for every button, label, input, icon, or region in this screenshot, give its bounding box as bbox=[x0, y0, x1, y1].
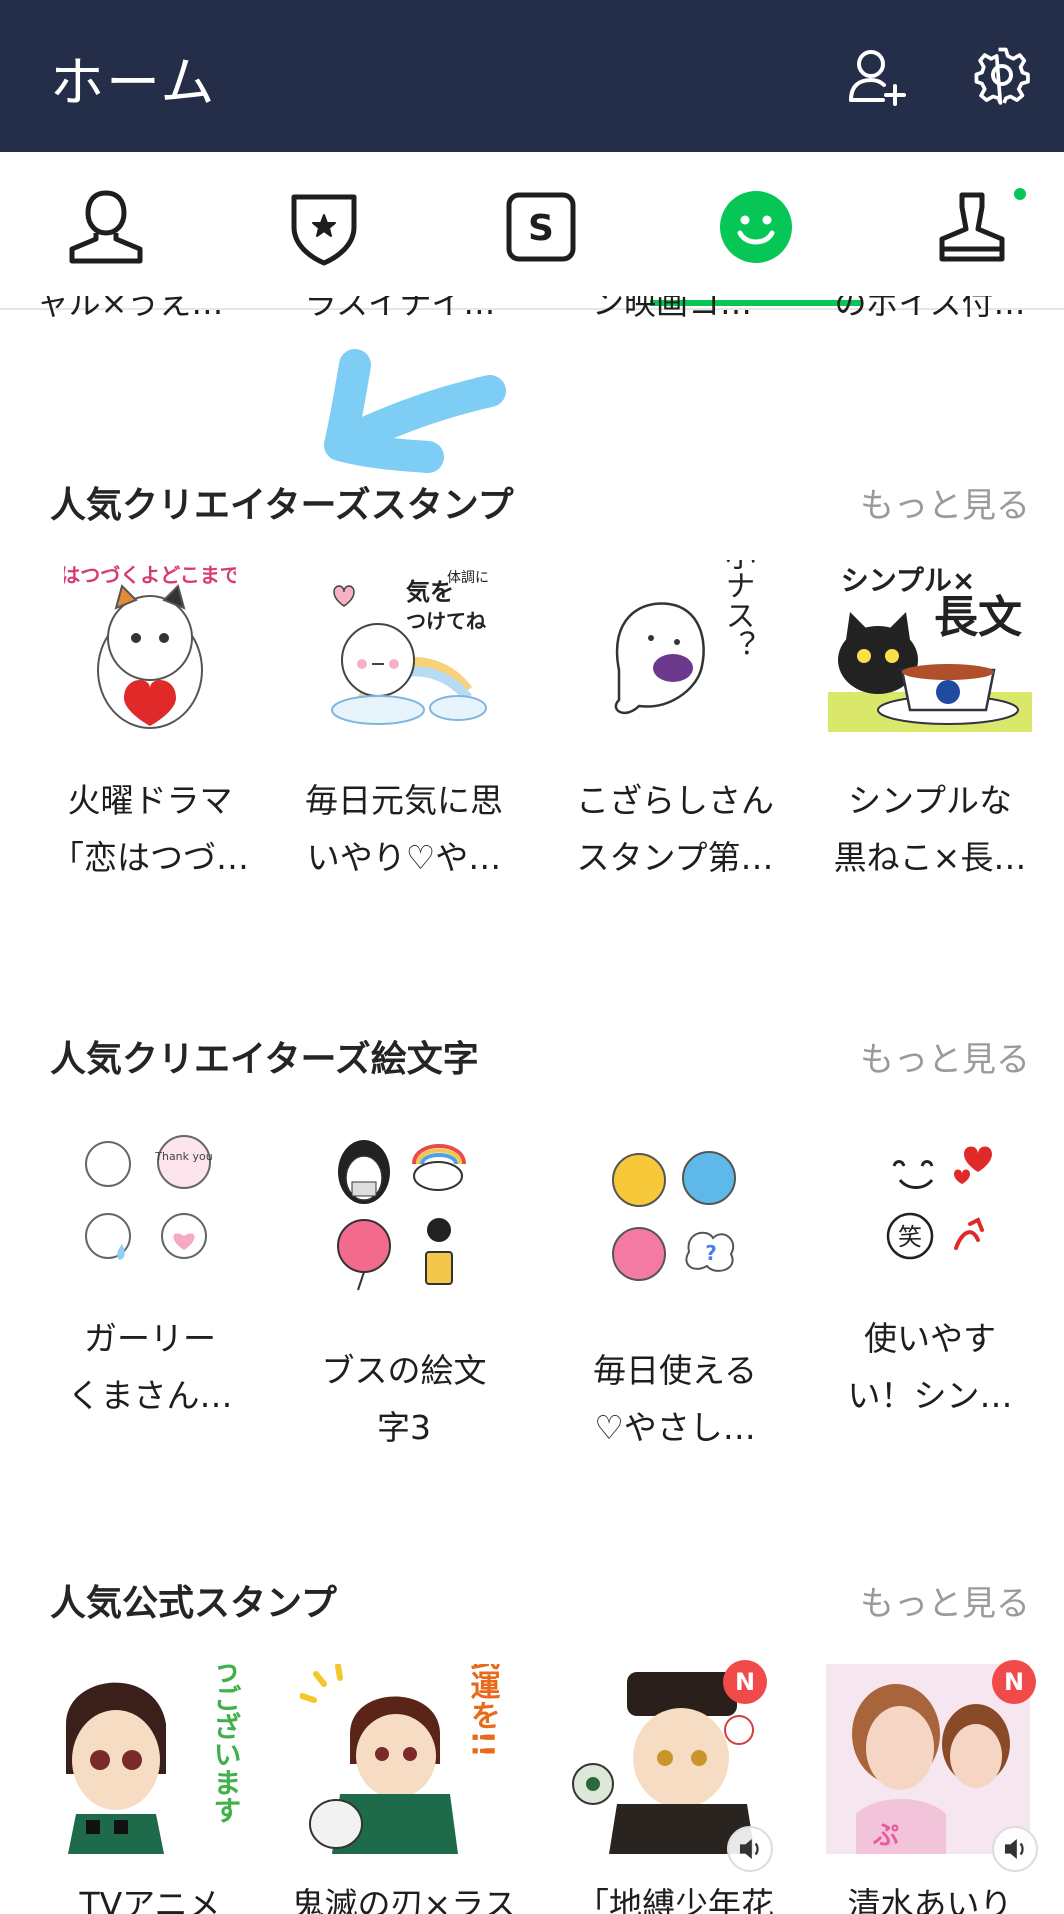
sticker-name-line1: 清水あいり bbox=[847, 1885, 1013, 1914]
emoji-name-line1: 毎日使える bbox=[592, 1351, 757, 1390]
emoji-thumbnail bbox=[318, 1124, 490, 1296]
list-item[interactable]: ラスイナイ… bbox=[280, 296, 520, 324]
svg-text:体調に: 体調に bbox=[447, 570, 489, 586]
sticker-name-line1: 毎日元気に思 bbox=[305, 781, 503, 820]
emoji-thumbnail: Thank you bbox=[64, 1124, 236, 1296]
sticker-name-line1: TVアニメ bbox=[79, 1885, 221, 1914]
page-title: ホーム bbox=[50, 51, 217, 114]
emoji-thumbnail: 笑 bbox=[844, 1124, 1016, 1296]
smiley-icon bbox=[720, 191, 792, 263]
emoji-name-line2: くまさん… bbox=[67, 1376, 233, 1415]
svg-text:Thank you: Thank you bbox=[154, 1150, 212, 1163]
svg-text:長文: 長文 bbox=[934, 592, 1022, 643]
sticker-name-line1: こざらしさん bbox=[576, 781, 774, 820]
add-friend-icon[interactable] bbox=[845, 44, 909, 108]
emoji-thumbnail: ? bbox=[589, 1124, 761, 1296]
tab-premium[interactable] bbox=[218, 152, 430, 310]
sound-icon bbox=[727, 1826, 773, 1872]
list-item[interactable]: ャル×うえ… bbox=[10, 296, 250, 324]
emoji-name-line2: ♡やさし… bbox=[594, 1408, 756, 1447]
sticker-name-line1: 火曜ドラマ bbox=[67, 781, 233, 820]
emoji-name-line2: い！シン… bbox=[847, 1376, 1013, 1415]
new-badge: N bbox=[992, 1660, 1036, 1704]
svg-text:?: ? bbox=[705, 1241, 717, 1265]
tab-stickers[interactable] bbox=[650, 152, 862, 310]
see-more-link[interactable]: もっと見る bbox=[860, 478, 1030, 527]
sticker-thumbnail: 気を 体調に つけてね bbox=[318, 560, 490, 732]
section-title-creators-emoji: 人気クリエイターズ絵文字 bbox=[50, 1039, 479, 1080]
emoji-name-line2: 字3 bbox=[377, 1408, 431, 1447]
section-title-official-stickers: 人気公式スタンプ bbox=[50, 1583, 337, 1624]
section-title-creators-stickers: 人気クリエイターズスタンプ bbox=[50, 485, 514, 526]
notification-dot bbox=[1014, 188, 1026, 200]
svg-text:ご武運を!!: ご武運を!! bbox=[465, 1664, 501, 1758]
new-badge: N bbox=[723, 1660, 767, 1704]
emoji-name-line1: ガーリー bbox=[84, 1319, 216, 1358]
app-header: ホーム bbox=[0, 0, 1064, 152]
sticker-name-line1: シンプルな bbox=[847, 781, 1012, 820]
sound-icon bbox=[992, 1826, 1038, 1872]
tab-friends[interactable] bbox=[0, 152, 212, 310]
svg-text:ありがとうございます: ありがとうございます bbox=[210, 1664, 243, 1824]
tab-stickers-s[interactable]: S bbox=[435, 152, 647, 310]
sticker-thumbnail: ありがとうございます bbox=[46, 1544, 250, 1854]
svg-text:ぷ: ぷ bbox=[872, 1821, 899, 1851]
svg-text:笑: 笑 bbox=[898, 1223, 922, 1251]
svg-text:小ナス？: 小ナス？ bbox=[720, 560, 756, 660]
gear-icon[interactable] bbox=[970, 44, 1034, 108]
sticker-thumbnail: 小ナス？ bbox=[589, 540, 761, 732]
previous-row-cutoff: ャル×うえ… ラスイナイ… ン映画コ… のボイス付… bbox=[0, 296, 1064, 326]
stamp-icon bbox=[939, 192, 1005, 262]
sticker-name-line1: 「地縛少年花 bbox=[576, 1885, 774, 1914]
tab-creators[interactable] bbox=[866, 152, 1064, 310]
svg-text:S: S bbox=[528, 208, 554, 249]
tab-bar: S bbox=[0, 152, 1064, 310]
svg-text:恋はつづくよどこまでも: 恋はつづくよどこまでも bbox=[64, 563, 236, 587]
emoji-name-line1: 使いやす bbox=[864, 1319, 996, 1358]
svg-text:つけてね: つけてね bbox=[406, 609, 486, 633]
sticker-name-line2: いやり♡や… bbox=[306, 838, 502, 877]
sticker-name-line2: 「恋はつづ… bbox=[51, 838, 249, 877]
sticker-thumbnail: 恋はつづくよどこまでも bbox=[40, 560, 260, 732]
see-more-link[interactable]: もっと見る bbox=[860, 1576, 1030, 1625]
list-item[interactable]: のボイス付… bbox=[810, 296, 1050, 324]
see-more-link[interactable]: もっと見る bbox=[860, 1032, 1030, 1081]
list-item[interactable]: ン映画コ… bbox=[552, 296, 792, 324]
emoji-name-line1: ブスの絵文 bbox=[321, 1351, 487, 1390]
sticker-thumbnail: シンプル× 長文 bbox=[828, 560, 1032, 732]
sticker-name-line2: 黒ねこ×長… bbox=[833, 838, 1027, 877]
sticker-name-line1: 鬼滅の刃×ラス bbox=[291, 1885, 517, 1914]
sticker-name-line2: スタンプ第… bbox=[576, 838, 774, 877]
sticker-thumbnail: ご武運を!! bbox=[299, 1610, 504, 1854]
person-icon bbox=[69, 190, 143, 264]
shield-star-icon bbox=[291, 194, 357, 266]
s-square-icon: S bbox=[506, 192, 576, 262]
